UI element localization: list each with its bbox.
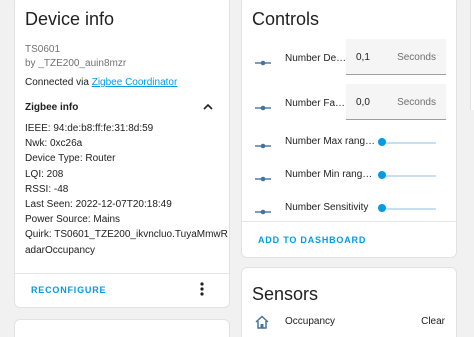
slider-thumb[interactable] <box>378 204 386 212</box>
device-info-title: Device info <box>25 9 115 29</box>
number-input[interactable]: 0,1 Seconds <box>346 39 446 75</box>
sensor-state: Clear <box>421 316 445 327</box>
ray-vertex-icon <box>255 100 271 111</box>
controls-actions-divider <box>242 221 456 222</box>
zigbee-info-line: Nwk: 0xc26a <box>25 138 83 150</box>
sensor-label[interactable]: Occupancy <box>285 316 335 327</box>
controls-title: Controls <box>252 9 320 29</box>
slider-thumb[interactable] <box>378 138 386 146</box>
range-slider[interactable] <box>378 204 436 214</box>
zigbee-info-header[interactable]: Zigbee info <box>25 102 78 113</box>
number-input-unit: Seconds <box>397 97 436 108</box>
connected-via-prefix: Connected via <box>25 77 92 88</box>
device-info-card: Device info TS0601 by _TZE200_auin8mzr C… <box>14 0 230 308</box>
number-field-label: Number Fa… <box>285 98 346 109</box>
zigbee-info-line: LQI: 208 <box>25 168 64 180</box>
slider-label: Number Max rang… <box>285 136 376 147</box>
number-input-value[interactable]: 0,1 <box>356 52 370 63</box>
slider-thumb[interactable] <box>378 171 386 179</box>
zigbee-info-line: IEEE: 94:de:b8:ff:fe:31:8d:59 <box>25 123 154 134</box>
next-card-left <box>14 319 230 337</box>
number-field-label: Number De… <box>285 53 347 64</box>
zigbee-info-line: RSSI: -48 <box>25 183 69 195</box>
slider-track[interactable] <box>382 208 436 210</box>
zigbee-info-line: Device Type: Router <box>25 153 116 165</box>
dots-vertical-icon[interactable] <box>196 281 208 297</box>
zigbee-info-line: Quirk: TS0601_TZE200_ikvncluo.TuyaMmwR <box>25 229 228 241</box>
sensors-card: Sensors Occupancy Clear <box>241 267 457 337</box>
number-input-value[interactable]: 0,0 <box>356 97 370 108</box>
ray-vertex-icon <box>255 138 271 149</box>
card-actions-divider <box>15 273 229 274</box>
device-manufacturer: by _TZE200_auin8mzr <box>25 58 127 69</box>
ray-vertex-icon <box>255 171 271 182</box>
reconfigure-button[interactable]: RECONFIGURE <box>31 285 106 295</box>
device-model: TS0601 <box>25 44 61 55</box>
zigbee-info-line: Power Source: Mains <box>25 214 121 226</box>
right-edge-card <box>470 0 474 110</box>
slider-label: Number Min rang… <box>285 169 373 180</box>
zigbee-info-line: Last Seen: 2022-12-07T20:18:49 <box>25 199 172 210</box>
sensors-title: Sensors <box>252 284 319 304</box>
zigbee-info-line: adarOccupancy <box>25 244 96 256</box>
slider-track[interactable] <box>382 175 436 177</box>
ray-vertex-icon <box>255 55 271 66</box>
connected-via: Connected via Zigbee Coordinator <box>25 77 177 88</box>
home-outline-icon <box>254 315 270 329</box>
range-slider[interactable] <box>378 171 436 181</box>
ray-vertex-icon <box>255 204 271 215</box>
add-to-dashboard-button[interactable]: ADD TO DASHBOARD <box>258 235 366 245</box>
number-input-unit: Seconds <box>397 52 436 63</box>
chevron-up-icon[interactable] <box>201 100 215 112</box>
slider-track[interactable] <box>382 142 436 144</box>
number-input[interactable]: 0,0 Seconds <box>346 84 446 120</box>
range-slider[interactable] <box>378 138 436 148</box>
zigbee-coordinator-link[interactable]: Zigbee Coordinator <box>92 77 178 88</box>
slider-label: Number Sensitivity <box>285 202 369 213</box>
controls-card: Controls Number De… 0,1 Seconds Number Fa… 0… <box>241 0 457 258</box>
